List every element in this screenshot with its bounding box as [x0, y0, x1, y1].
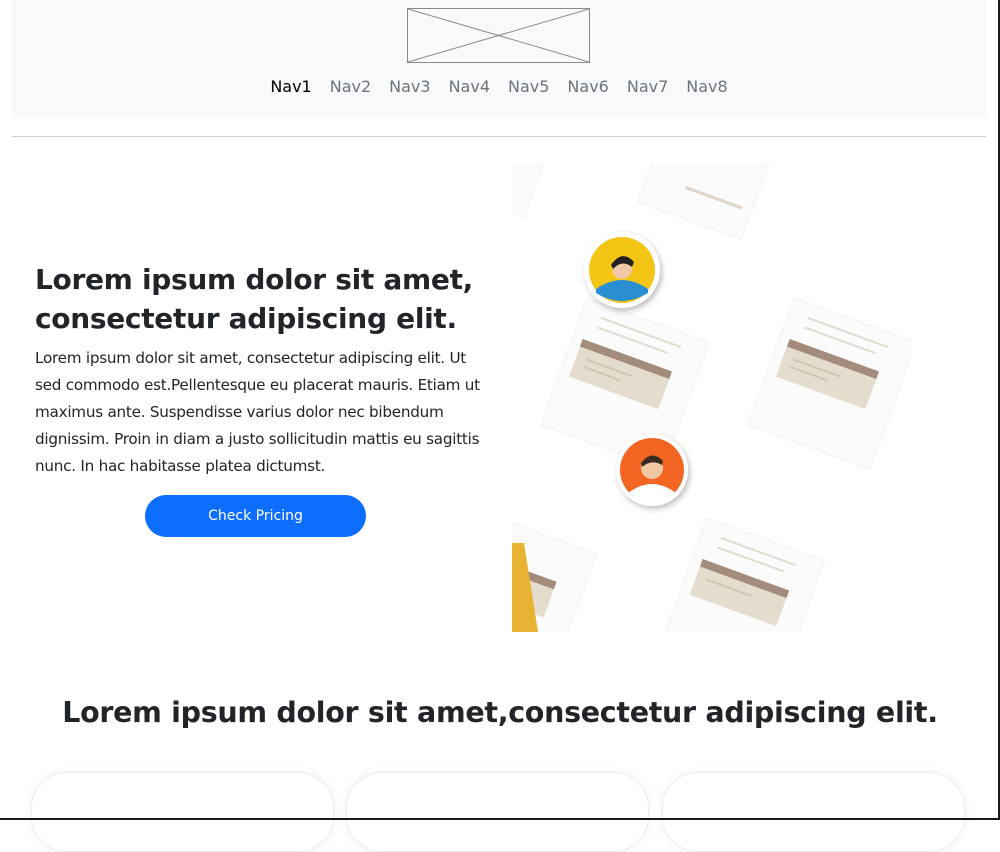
user-avatar-icon [584, 232, 660, 308]
nav-link-5[interactable]: Nav5 [508, 76, 549, 98]
document-card [512, 163, 560, 219]
main-nav: Nav1 Nav2 Nav3 Nav4 Nav5 Nav6 Nav7 Nav8 [12, 76, 986, 98]
section-title: Lorem ipsum dolor sit amet,consectetur a… [62, 696, 938, 729]
image-placeholder-icon[interactable] [407, 8, 590, 63]
pricing-card [346, 772, 649, 852]
documents-avatars-illustration [512, 163, 912, 632]
nav-link-6[interactable]: Nav6 [567, 76, 608, 98]
nav-link-4[interactable]: Nav4 [449, 76, 490, 98]
pricing-card [662, 772, 965, 852]
nav-link-7[interactable]: Nav7 [627, 76, 668, 98]
document-card [637, 163, 777, 241]
nav-link-2[interactable]: Nav2 [330, 76, 371, 98]
hero-text: Lorem ipsum dolor sit amet, consectetur … [35, 349, 480, 475]
pricing-card [31, 772, 334, 852]
nav-link-3[interactable]: Nav3 [389, 76, 430, 98]
document-card [747, 297, 912, 470]
header-divider [12, 136, 986, 137]
document-card [665, 517, 826, 632]
site-header: Nav1 Nav2 Nav3 Nav4 Nav5 Nav6 Nav7 Nav8 [12, 0, 986, 118]
nav-link-1[interactable]: Nav1 [270, 76, 311, 98]
check-pricing-button[interactable]: Check Pricing [145, 495, 366, 537]
user-avatar-icon [616, 434, 688, 506]
nav-link-8[interactable]: Nav8 [686, 76, 727, 98]
hero-title: Lorem ipsum dolor sit amet, consectetur … [35, 263, 474, 335]
document-card [540, 297, 710, 470]
